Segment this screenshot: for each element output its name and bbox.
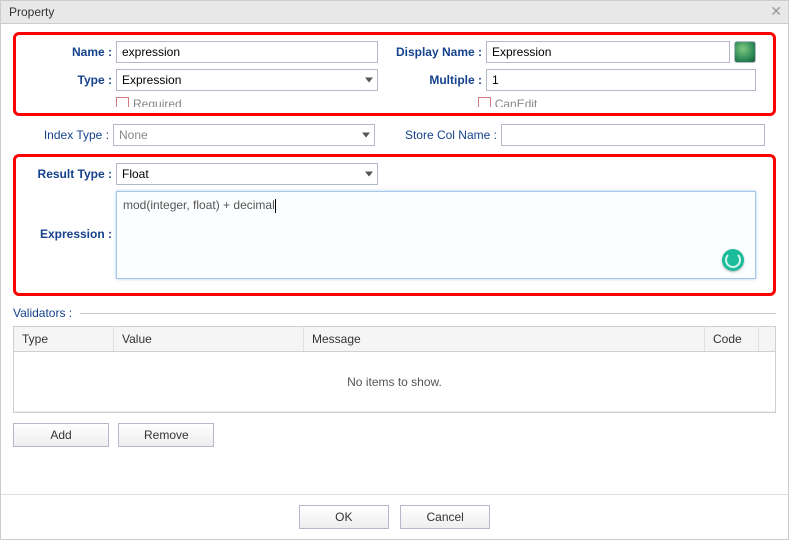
required-label: Required <box>133 97 182 107</box>
expression-label: Expression : <box>24 191 116 241</box>
type-select[interactable]: Expression <box>116 69 378 91</box>
bottom-bar: OK Cancel <box>1 494 788 529</box>
remove-button[interactable]: Remove <box>118 423 214 447</box>
text-caret <box>275 199 276 213</box>
grid-empty: No items to show. <box>14 352 775 412</box>
type-label: Type : <box>24 73 116 87</box>
basic-fields-group: Name : Display Name : Type : Expression … <box>13 32 776 116</box>
indextype-label: Index Type : <box>33 128 113 142</box>
expression-group: Result Type : Float Expression : mod(int… <box>13 154 776 296</box>
multiple-label: Multiple : <box>378 73 486 87</box>
name-input[interactable] <box>116 41 378 63</box>
col-code[interactable]: Code <box>705 327 759 351</box>
resulttype-value: Float <box>122 167 149 181</box>
chevron-down-icon <box>365 172 373 177</box>
grid-header: Type Value Message Code <box>14 327 775 352</box>
canedit-label: CanEdit <box>495 97 538 107</box>
globe-icon[interactable] <box>734 41 756 63</box>
title-bar: Property ✕ <box>1 1 788 24</box>
col-value[interactable]: Value <box>114 327 304 351</box>
col-message[interactable]: Message <box>304 327 705 351</box>
resulttype-select[interactable]: Float <box>116 163 378 185</box>
resulttype-label: Result Type : <box>24 167 116 181</box>
chevron-down-icon <box>365 78 373 83</box>
displayname-label: Display Name : <box>378 45 486 59</box>
type-select-value: Expression <box>122 73 181 87</box>
dialog-title: Property <box>9 5 54 19</box>
indextype-select: None <box>113 124 375 146</box>
close-icon[interactable]: ✕ <box>770 3 782 20</box>
chevron-down-icon <box>362 133 370 138</box>
displayname-input[interactable] <box>486 41 730 63</box>
add-button[interactable]: Add <box>13 423 109 447</box>
ok-button[interactable]: OK <box>299 505 389 529</box>
validators-grid: Type Value Message Code No items to show… <box>13 326 776 413</box>
storecol-input[interactable] <box>501 124 765 146</box>
name-label: Name : <box>24 45 116 59</box>
cancel-button[interactable]: Cancel <box>400 505 490 529</box>
validator-buttons: Add Remove <box>13 423 776 447</box>
validators-header: Validators : <box>13 306 776 320</box>
validators-label: Validators : <box>13 306 72 320</box>
col-type[interactable]: Type <box>14 327 114 351</box>
indextype-value: None <box>119 128 148 142</box>
multiple-input[interactable] <box>486 69 756 91</box>
storecol-label: Store Col Name : <box>375 128 501 142</box>
index-row: Index Type : None Store Col Name : <box>33 124 776 146</box>
required-checkbox[interactable] <box>116 97 129 107</box>
dialog-content: Name : Display Name : Type : Expression … <box>1 24 788 447</box>
refresh-icon[interactable] <box>722 249 744 271</box>
expression-textarea[interactable]: mod(integer, float) + decimal <box>116 191 756 279</box>
canedit-checkbox[interactable] <box>478 97 491 107</box>
property-dialog: Property ✕ Name : Display Name : Type : … <box>0 0 789 540</box>
